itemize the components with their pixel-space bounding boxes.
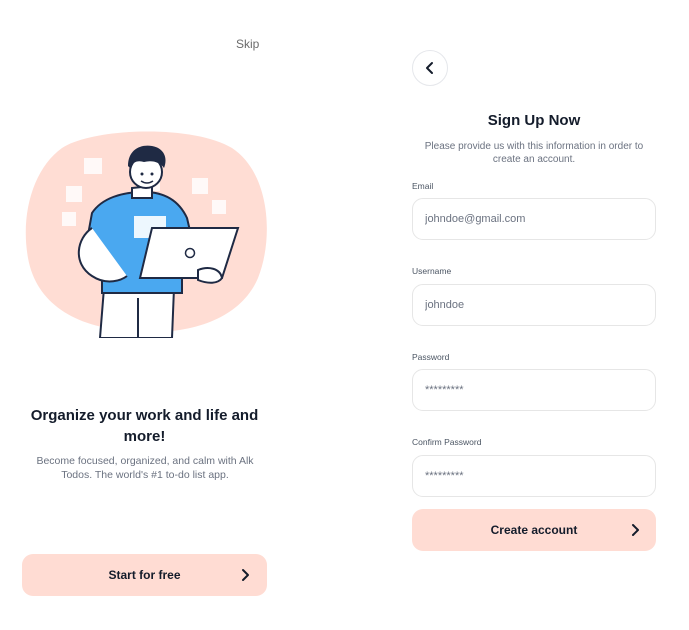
confirm-password-field[interactable]	[412, 455, 656, 497]
onboarding-title: Organize your work and life and more!	[30, 407, 259, 445]
onboarding-subtitle: Become focused, organized, and calm with…	[36, 455, 254, 481]
email-label: Email	[412, 181, 434, 191]
create-account-button[interactable]: Create account	[412, 509, 656, 551]
confirm-password-label: Confirm Password	[412, 437, 482, 447]
password-field[interactable]	[412, 369, 656, 411]
chevron-left-icon	[426, 62, 433, 74]
start-button-label: Start for free	[108, 568, 181, 582]
chevron-right-icon	[632, 524, 639, 536]
start-for-free-button[interactable]: Start for free	[22, 554, 267, 596]
email-field[interactable]	[412, 198, 656, 240]
password-label: Password	[412, 352, 450, 362]
skip-link[interactable]: Skip	[236, 37, 259, 51]
back-button[interactable]	[412, 50, 448, 86]
signup-title: Sign Up Now	[487, 112, 581, 129]
username-field[interactable]	[412, 284, 656, 326]
signup-subtitle: Please provide us with this information …	[424, 141, 644, 165]
username-label: Username	[412, 266, 452, 276]
create-account-label: Create account	[490, 523, 578, 537]
person-with-laptop-illustration	[25, 131, 267, 338]
chevron-right-icon	[242, 569, 249, 581]
